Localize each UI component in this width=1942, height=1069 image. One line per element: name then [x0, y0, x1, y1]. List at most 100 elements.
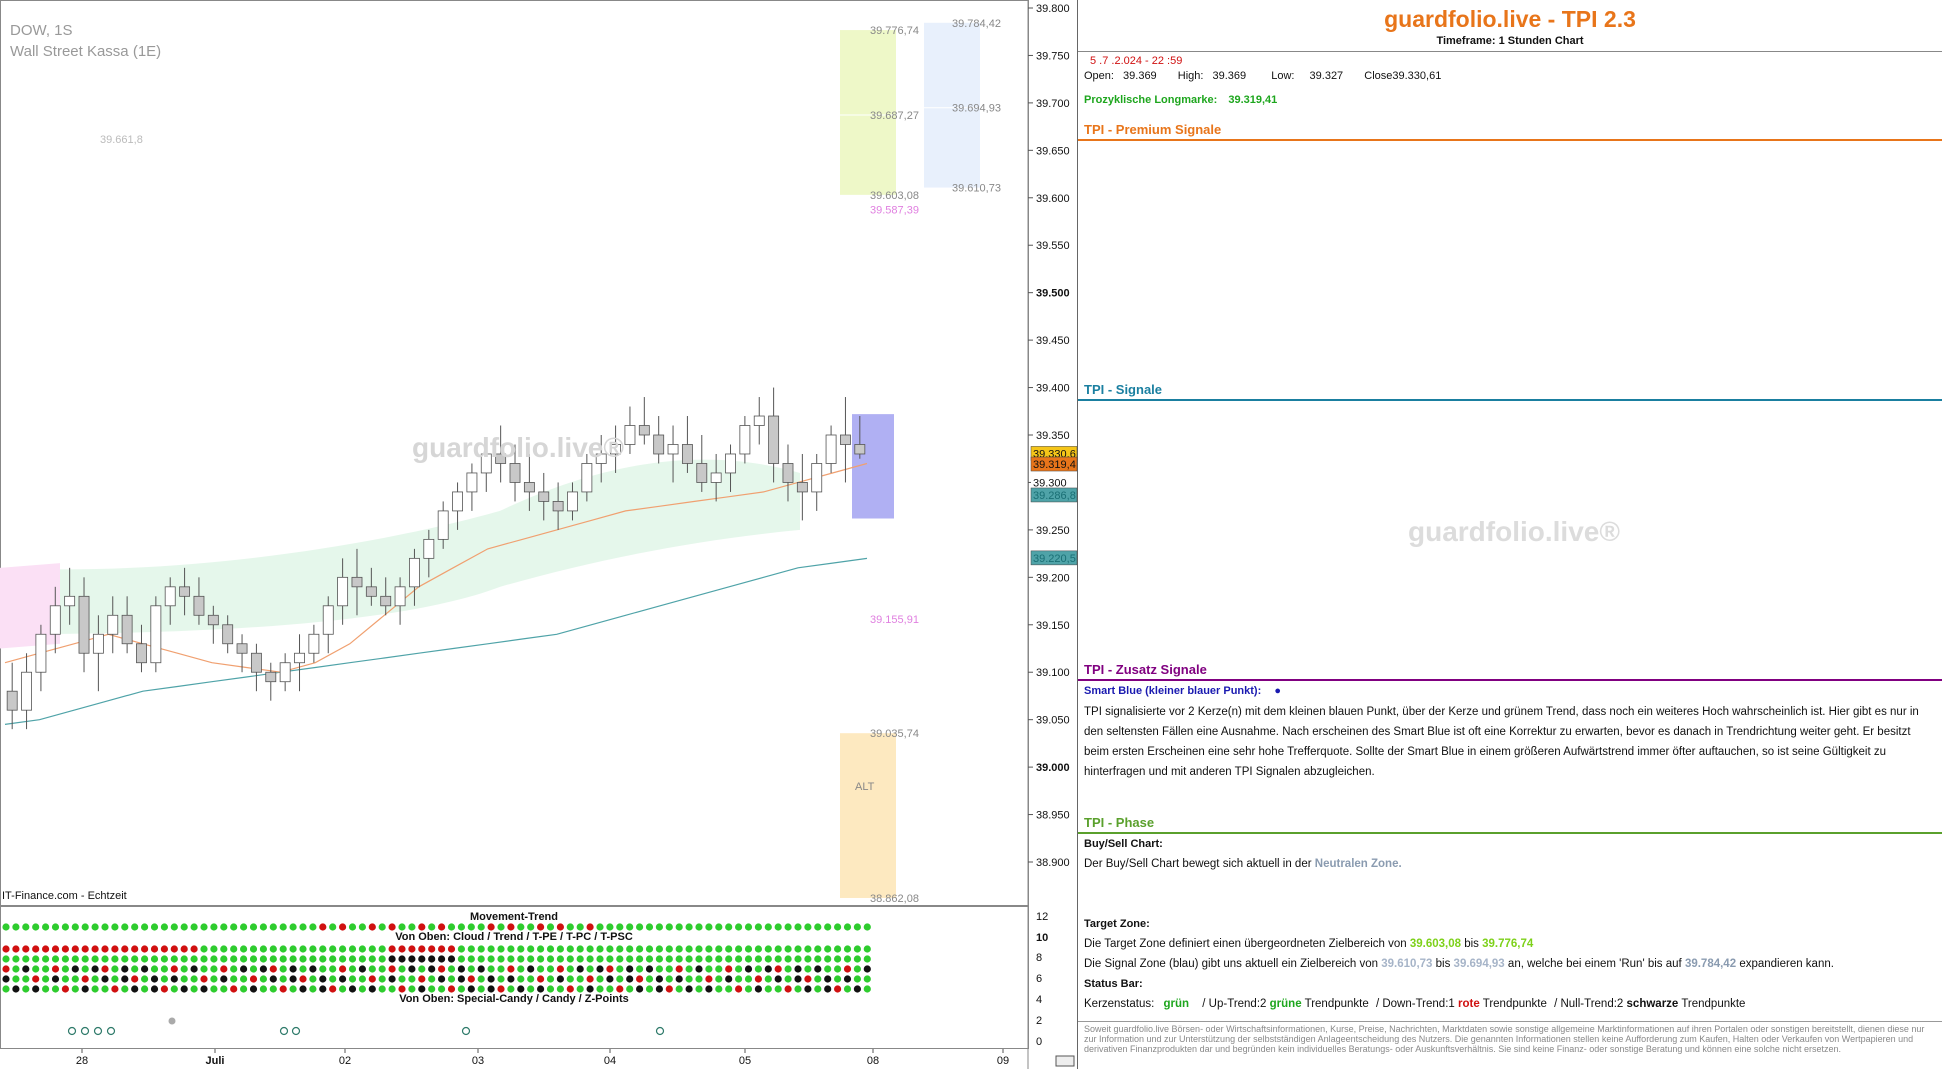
trend-dot: [368, 985, 376, 993]
trend-dot: [477, 975, 485, 983]
trend-dot: [655, 975, 664, 983]
trend-dot: [428, 945, 436, 953]
annotation-label: 39.603,08: [870, 190, 919, 202]
trend-dot: [121, 975, 129, 983]
trend-dot: [170, 945, 178, 953]
trend-dot: [566, 985, 574, 993]
trend-dot: [606, 965, 614, 973]
candle-body: [207, 614, 219, 626]
trend-dot: [655, 965, 664, 973]
y-tick-label: 39.250: [1036, 525, 1070, 537]
trend-dot: [507, 975, 515, 983]
trend-dot: [477, 945, 485, 953]
trend-dot: [190, 945, 198, 953]
price-chart[interactable]: 39.800 39.750 39.700 39.650 39.600 39.550 39.5…: [0, 0, 1078, 1069]
trend-dot: [675, 985, 683, 993]
trend-dot: [418, 955, 426, 963]
trend-dot: [329, 965, 337, 973]
trend-dot: [299, 975, 307, 983]
trend-dot: [774, 945, 782, 953]
trend-dot: [853, 985, 862, 993]
trend-dot: [834, 985, 842, 993]
candle-body: [509, 463, 521, 483]
trend-dot: [299, 955, 307, 963]
trend-dot: [319, 955, 327, 963]
trend-dot: [131, 955, 139, 963]
up-trend-text: / Up-Trend:2: [1202, 998, 1267, 1010]
price-tag-label: 39.300: [1033, 477, 1067, 489]
zusatz-signals-heading: TPI - Zusatz Signale: [1084, 662, 1207, 677]
trend-dot: [814, 945, 822, 953]
buysell-label: Buy/Sell Chart:: [1084, 838, 1163, 850]
trend-dot: [428, 955, 436, 963]
trend-dot: [517, 985, 525, 993]
trend-dot: [319, 965, 327, 973]
trend-dot: [61, 955, 69, 963]
trend-dot: [81, 985, 89, 993]
trend-dot: [339, 955, 347, 963]
trend-dot: [81, 955, 89, 963]
trend-dot: [447, 945, 456, 953]
open-label: Open:: [1084, 70, 1114, 82]
trend-dot: [715, 985, 723, 993]
trend-dot: [418, 975, 426, 983]
trend-dot: [517, 975, 525, 983]
disclaimer: Soweit guardfolio.live Börsen- oder Wirt…: [1084, 1024, 1925, 1054]
trend-dot: [200, 945, 208, 953]
trend-dot: [348, 965, 357, 973]
trend-dot: [240, 965, 248, 973]
candle-body: [365, 586, 377, 597]
trend-dot: [843, 975, 852, 983]
trend-dot: [51, 945, 60, 953]
trend-dot: [348, 923, 357, 931]
trend-dot: [715, 923, 723, 931]
signal-to: 39.694,93: [1453, 958, 1505, 970]
trend-dot: [477, 985, 485, 993]
trend-dot: [675, 923, 683, 931]
trend-dot: [249, 923, 258, 931]
trend-dot: [665, 923, 673, 931]
trend-dot: [131, 985, 139, 993]
trend-dot: [91, 955, 99, 963]
trend-dot: [249, 945, 258, 953]
target-to: 39.776,74: [1482, 938, 1534, 950]
trend-dot: [42, 945, 50, 953]
trend-dot: [794, 923, 802, 931]
price-tag-label: 39.319,4: [1033, 459, 1076, 471]
indicator-axis-label: 2: [1036, 1015, 1042, 1027]
trend-dot: [279, 955, 287, 963]
trend-dot: [735, 955, 743, 963]
trend-dot: [339, 923, 347, 931]
trend-dot: [51, 985, 60, 993]
chart-area[interactable]: 39.800 39.750 39.700 39.650 39.600 39.550 39.5…: [0, 0, 1078, 1069]
trend-dot: [259, 945, 267, 953]
trend-dot: [269, 955, 277, 963]
candle-body: [21, 671, 32, 711]
trend-dot: [299, 965, 307, 973]
trend-dot: [675, 955, 683, 963]
trend-dot: [863, 955, 871, 963]
trend-dot: [160, 965, 168, 973]
trend-dot: [42, 923, 50, 931]
trend-dot: [843, 945, 852, 953]
indicator-axis-label: 4: [1036, 994, 1042, 1006]
trend-dot: [91, 975, 99, 983]
trend-dot: [339, 965, 347, 973]
trend-dot: [61, 965, 69, 973]
trend-dot: [2, 985, 10, 993]
trend-dot: [853, 965, 862, 973]
trend-dot: [556, 985, 565, 993]
x-tick-label: 05: [739, 1055, 751, 1067]
trend-dot: [329, 923, 337, 931]
trend-dot: [150, 965, 159, 973]
candle-body: [710, 472, 722, 483]
trend-dot: [12, 985, 20, 993]
trend-dot: [616, 985, 624, 993]
trend-dot: [705, 955, 713, 963]
trend-dot: [527, 945, 535, 953]
trend-dot: [546, 975, 555, 983]
candle-body: [279, 662, 291, 683]
signals-heading: TPI - Signale: [1084, 382, 1163, 397]
trend-dot: [358, 945, 366, 953]
trend-dot: [685, 985, 693, 993]
